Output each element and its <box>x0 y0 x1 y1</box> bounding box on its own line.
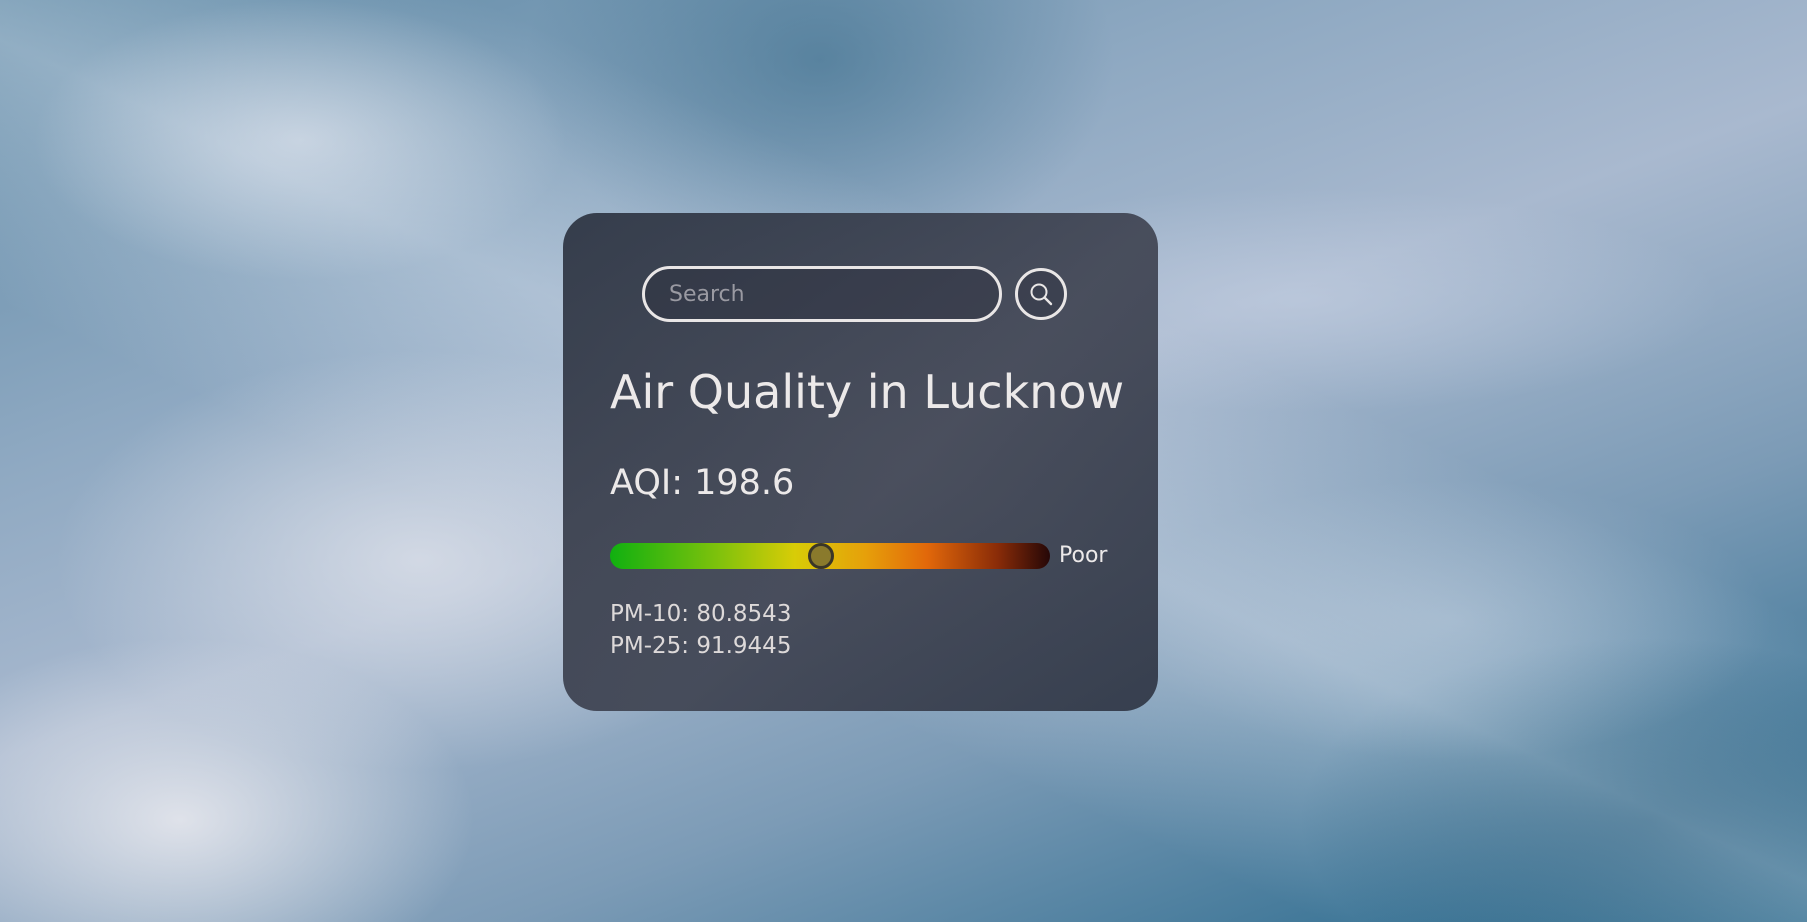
page-title: Air Quality in Lucknow <box>610 365 1125 419</box>
aqi-scale-bar <box>610 543 1050 569</box>
aqi-value: AQI: 198.6 <box>610 463 795 503</box>
search-bar <box>642 266 1002 322</box>
aqi-category-label: Poor <box>1059 543 1108 568</box>
aqi-indicator <box>808 543 835 569</box>
search-input[interactable] <box>642 266 1002 322</box>
search-icon <box>1030 283 1053 306</box>
search-button[interactable] <box>1015 268 1067 320</box>
pm25-reading: PM-25: 91.9445 <box>610 633 792 659</box>
pm10-reading: PM-10: 80.8543 <box>610 601 792 627</box>
air-quality-card: Air Quality in Lucknow AQI: 198.6 Poor P… <box>563 213 1158 711</box>
